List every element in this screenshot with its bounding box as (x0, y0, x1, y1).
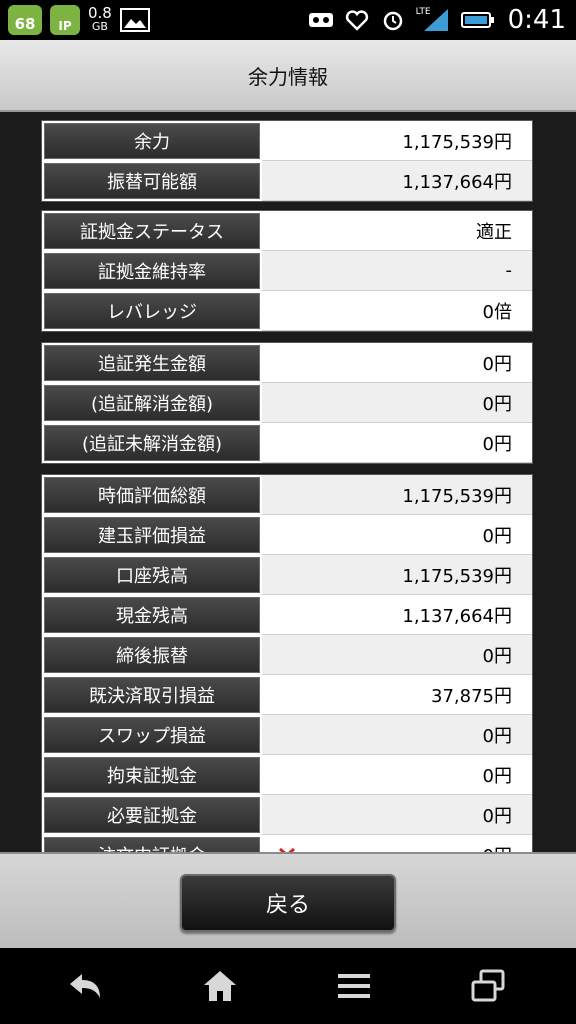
table-row: 振替可能額 1,137,664円 (42, 161, 532, 201)
app-screen: 68 IP 0.8 GB LTE 0:41 余力情報 余力 1,175,539円… (0, 0, 576, 1024)
page-header: 余力情報 (0, 40, 576, 112)
table-row: 証拠金ステータス 適正 (42, 211, 532, 251)
row-value: 0円 (262, 383, 532, 423)
row-label: 証拠金ステータス (44, 213, 260, 249)
status-bar: 68 IP 0.8 GB LTE 0:41 (0, 0, 576, 40)
row-label: 余力 (44, 123, 260, 159)
home-icon[interactable] (196, 962, 244, 1010)
row-value: - (262, 251, 532, 291)
system-nav-bar (0, 948, 576, 1024)
chevron-down-icon (278, 842, 296, 852)
row-label: 追証発生金額 (44, 345, 260, 381)
table-row: 既決済取引損益 37,875円 (42, 675, 532, 715)
row-value: 1,175,539円 (262, 121, 532, 161)
row-label: 注文中証拠金 (44, 837, 260, 852)
android-badge-count: 68 (14, 15, 36, 33)
table-row: (追証解消金額) 0円 (42, 383, 532, 423)
row-label: 締後振替 (44, 637, 260, 673)
row-value: 0倍 (262, 291, 532, 331)
data-unit: GB (91, 20, 108, 33)
row-label: 現金残高 (44, 597, 260, 633)
row-value: 1,137,664円 (262, 595, 532, 635)
row-label: (追証解消金額) (44, 385, 260, 421)
table-row: 現金残高 1,137,664円 (42, 595, 532, 635)
page-title: 余力情報 (248, 64, 328, 89)
table-row: スワップ損益 0円 (42, 715, 532, 755)
android-notification-icon: 68 (8, 5, 42, 35)
row-label: スワップ損益 (44, 717, 260, 753)
table-row: 追証発生金額 0円 (42, 343, 532, 383)
table-row: 口座残高 1,175,539円 (42, 555, 532, 595)
table-row: 必要証拠金 0円 (42, 795, 532, 835)
row-value: 37,875円 (262, 675, 532, 715)
row-label: 時価評価総額 (44, 477, 260, 513)
menu-icon[interactable] (330, 962, 378, 1010)
row-label: 証拠金維持率 (44, 253, 260, 289)
table-row: 余力 1,175,539円 (42, 121, 532, 161)
row-value: 0円 (262, 635, 532, 675)
row-value: 0円 (262, 343, 532, 383)
row-label: (追証未解消金額) (44, 425, 260, 461)
recent-apps-icon[interactable] (464, 962, 512, 1010)
row-value: 0円 (262, 423, 532, 463)
info-group-balance: 時価評価総額 1,175,539円 建玉評価損益 0円 口座残高 1,175,5… (41, 474, 533, 852)
row-value: 0円 (262, 835, 532, 852)
row-value: 0円 (262, 795, 532, 835)
row-label: 振替可能額 (44, 163, 260, 199)
table-row: 時価評価総額 1,175,539円 (42, 475, 532, 515)
battery-icon (460, 7, 496, 33)
row-value: 0円 (262, 715, 532, 755)
data-usage: 0.8 GB (88, 6, 112, 34)
row-label: 拘束証拠金 (44, 757, 260, 793)
row-label: レバレッジ (44, 293, 260, 329)
data-amount: 0.8 (88, 4, 112, 22)
table-row: 証拠金維持率 - (42, 251, 532, 291)
row-value: 0円 (262, 515, 532, 555)
clock-time: 0:41 (507, 5, 566, 35)
back-button[interactable]: 戻る (180, 874, 396, 932)
info-group-margin-call: 追証発生金額 0円 (追証解消金額) 0円 (追証未解消金額) 0円 (41, 342, 533, 464)
table-row: 拘束証拠金 0円 (42, 755, 532, 795)
row-value: 0円 (262, 755, 532, 795)
signal-icon: LTE (416, 7, 450, 33)
table-row: (追証未解消金額) 0円 (42, 423, 532, 463)
table-row: レバレッジ 0倍 (42, 291, 532, 331)
table-row: 建玉評価損益 0円 (42, 515, 532, 555)
image-notification-icon (119, 8, 150, 32)
back-arrow-icon[interactable] (62, 962, 110, 1010)
row-value: 1,175,539円 (262, 475, 532, 515)
alarm-icon (380, 7, 406, 33)
network-type: LTE (415, 7, 431, 17)
row-value: 1,175,539円 (262, 555, 532, 595)
row-label: 既決済取引損益 (44, 677, 260, 713)
info-group-margin: 余力 1,175,539円 振替可能額 1,137,664円 (41, 120, 533, 202)
margin-info-list[interactable]: 余力 1,175,539円 振替可能額 1,137,664円 証拠金ステータス … (0, 114, 576, 852)
footer-bar: 戻る (0, 852, 576, 948)
row-value: 適正 (262, 211, 532, 251)
info-group-status: 証拠金ステータス 適正 証拠金維持率 - レバレッジ 0倍 (41, 210, 533, 332)
heart-icon (344, 7, 370, 33)
table-row: 締後振替 0円 (42, 635, 532, 675)
voicemail-icon (308, 7, 334, 33)
row-label: 口座残高 (44, 557, 260, 593)
row-label: 建玉評価損益 (44, 517, 260, 553)
row-value: 1,137,664円 (262, 161, 532, 201)
ip-phone-icon: IP (50, 5, 80, 35)
ip-badge-text: IP (58, 19, 72, 33)
row-label: 必要証拠金 (44, 797, 260, 833)
